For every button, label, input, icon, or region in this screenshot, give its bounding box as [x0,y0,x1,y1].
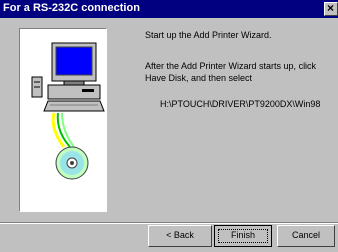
window-title: For a RS-232C connection [3,2,140,14]
instruction-step-2: After the Add Printer Wizard starts up, … [145,61,317,83]
button-separator [0,222,338,224]
finish-button[interactable]: Finish [214,225,272,247]
computer-icon [31,42,105,148]
close-icon: × [327,1,335,15]
instruction-step-1: Start up the Add Printer Wizard. [145,30,272,40]
cancel-button[interactable]: Cancel [277,225,335,247]
back-button[interactable]: < Back [148,225,212,247]
close-button[interactable]: × [324,1,338,16]
wizard-dialog: For a RS-232C connection × Start up the … [0,0,338,252]
title-bar: For a RS-232C connection × [0,0,338,18]
wizard-illustration-panel [19,28,107,212]
driver-path: H:\PTOUCH\DRIVER\PT9200DX\Win98 [160,99,321,109]
cd-disk-icon [55,146,89,180]
